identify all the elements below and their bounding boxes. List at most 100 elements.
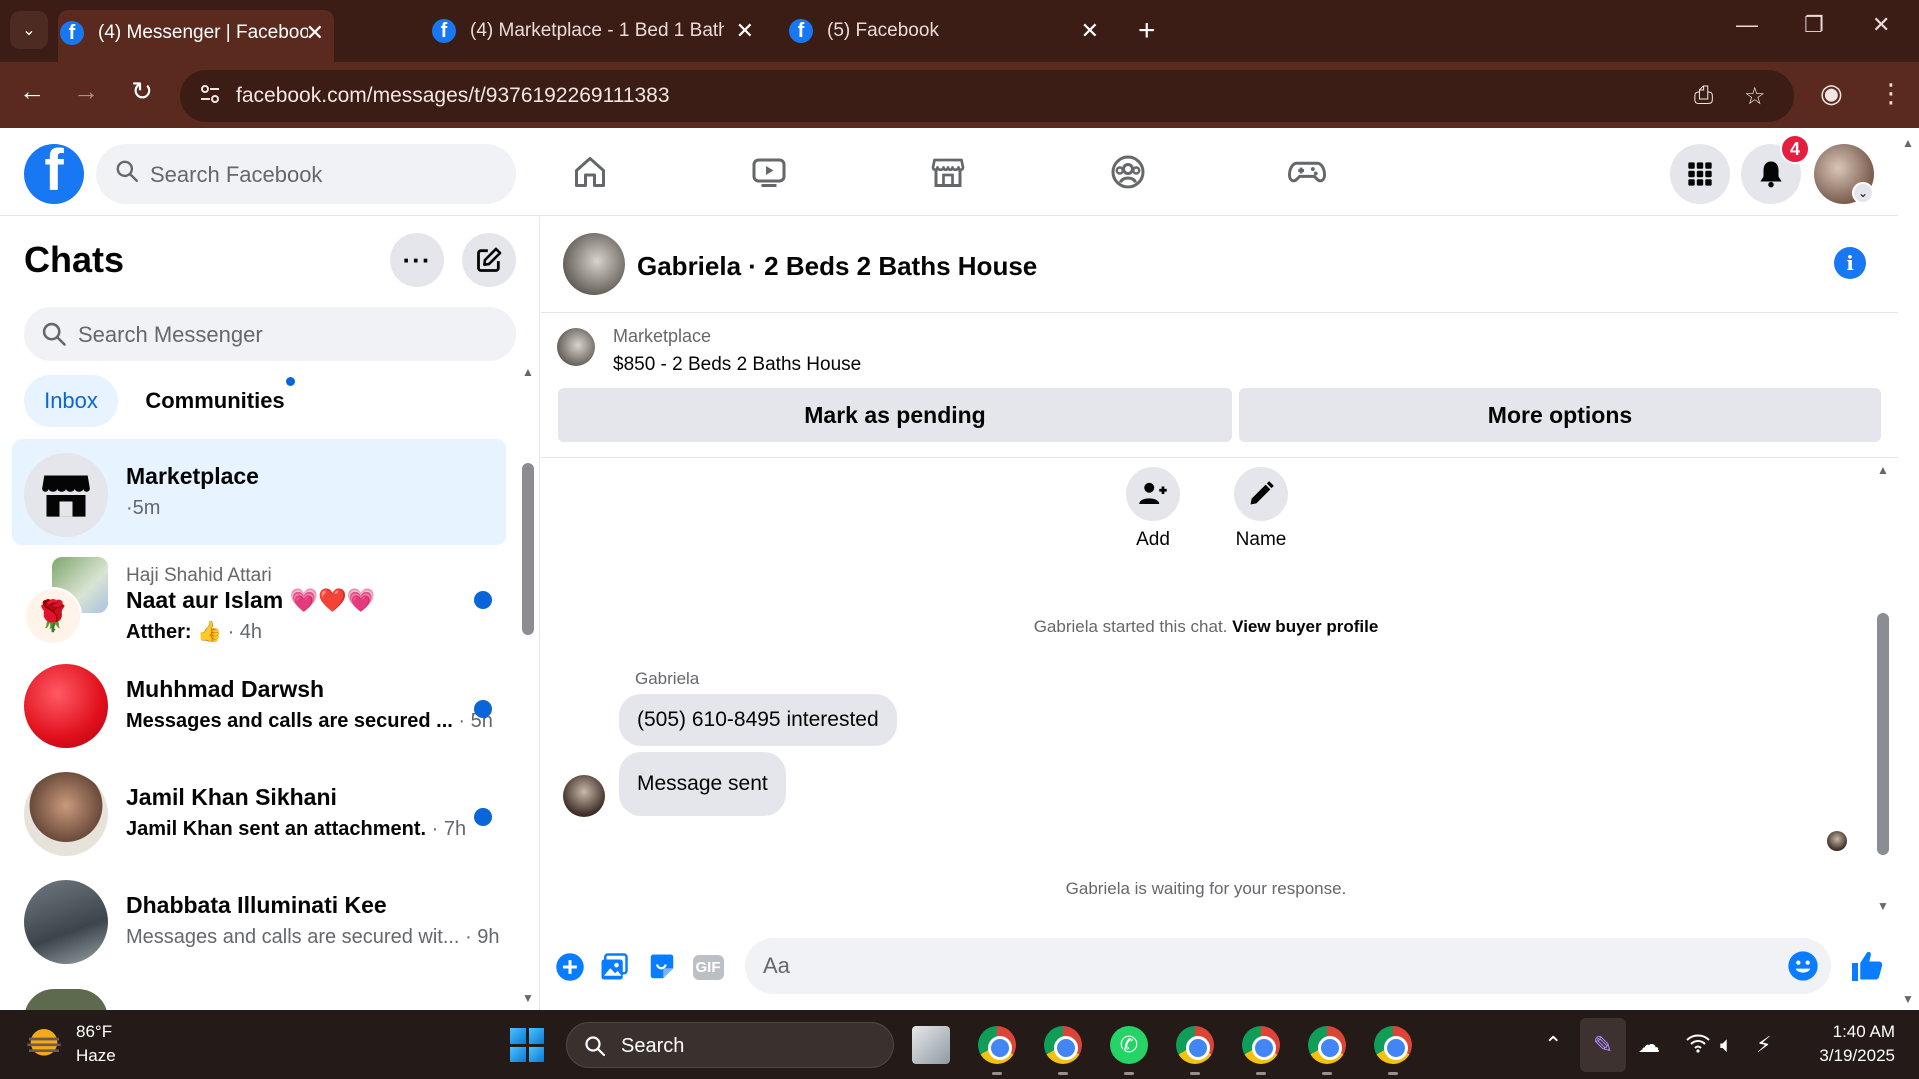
- battery-charging-icon[interactable]: ⚡︎: [1756, 1032, 1771, 1058]
- chat-time: ·5m: [126, 497, 161, 519]
- chat-item-dhabbata-illuminati-kee[interactable]: Dhabbata Illuminati Kee Messages and cal…: [12, 870, 506, 976]
- chrome-profile-icon[interactable]: [1044, 1026, 1082, 1064]
- name-button[interactable]: [1234, 467, 1288, 521]
- facebook-logo-icon[interactable]: f: [24, 144, 84, 204]
- add-label: Add: [1136, 529, 1170, 550]
- weather-description[interactable]: Haze: [76, 1046, 116, 1066]
- clock-date[interactable]: 3/19/2025: [1819, 1046, 1895, 1066]
- chat-options-button[interactable]: ···: [390, 233, 444, 287]
- conversation-avatar[interactable]: [563, 233, 625, 295]
- new-tab-icon[interactable]: +: [1138, 14, 1156, 48]
- onedrive-cloud-icon[interactable]: ☁: [1638, 1032, 1660, 1058]
- listing-thumbnail[interactable]: [557, 328, 595, 366]
- sticker-icon[interactable]: [645, 950, 679, 984]
- message-composer: GIF Aa: [541, 928, 1898, 1004]
- page-scroll-down-icon[interactable]: ▼: [1902, 992, 1914, 1006]
- avatar: [24, 880, 108, 964]
- chrome-profile-icon[interactable]: [1308, 1026, 1346, 1064]
- wifi-icon[interactable]: [1686, 1032, 1710, 1054]
- info-icon[interactable]: i: [1834, 247, 1866, 279]
- add-person-button[interactable]: [1126, 467, 1180, 521]
- chrome-icon[interactable]: [978, 1026, 1016, 1064]
- listing-title[interactable]: $850 - 2 Beds 2 Baths House: [613, 354, 861, 376]
- bookmark-star-icon[interactable]: ☆: [1744, 82, 1766, 111]
- close-tab-icon[interactable]: ✕: [736, 18, 754, 44]
- forward-icon[interactable]: →: [68, 76, 104, 107]
- close-window-icon[interactable]: ✕: [1872, 12, 1890, 38]
- mark-as-pending-button[interactable]: Mark as pending: [558, 388, 1232, 442]
- conversation-body: Add Name Gabriela started this chat. Vie…: [541, 459, 1898, 919]
- more-options-button[interactable]: More options: [1239, 388, 1881, 442]
- menu-grid-button[interactable]: [1670, 144, 1730, 204]
- tab-inbox[interactable]: Inbox: [24, 375, 118, 427]
- minimize-icon[interactable]: —: [1736, 12, 1758, 38]
- plus-circle-icon[interactable]: [553, 950, 587, 984]
- groups-icon[interactable]: [1106, 150, 1150, 194]
- tab-messenger[interactable]: f (4) Messenger | Facebook ✕: [58, 10, 334, 62]
- running-indicator: [1388, 1072, 1398, 1075]
- address-bar[interactable]: facebook.com/messages/t/9376192269111383…: [180, 70, 1794, 122]
- facebook-search-input[interactable]: Search Facebook: [96, 144, 516, 204]
- chrome-profile-icon[interactable]: [1176, 1026, 1214, 1064]
- sender-avatar[interactable]: [563, 775, 605, 817]
- volume-icon[interactable]: 🔈︎: [1720, 1032, 1733, 1058]
- page-scroll-up-icon[interactable]: ▲: [1902, 136, 1914, 150]
- tab-marketplace[interactable]: f (4) Marketplace - 1 Bed 1 Bath | ✕: [432, 12, 762, 50]
- tab-communities[interactable]: Communities: [130, 375, 300, 427]
- home-icon[interactable]: [568, 150, 612, 194]
- url-text[interactable]: facebook.com/messages/t/9376192269111383: [236, 84, 670, 108]
- chrome-profile-icon[interactable]: [1374, 1026, 1412, 1064]
- message-bubble[interactable]: Message sent: [619, 752, 786, 816]
- clock-time[interactable]: 1:40 AM: [1833, 1022, 1895, 1042]
- messenger-search-input[interactable]: Search Messenger: [24, 307, 516, 361]
- chat-started-notice: Gabriela started this chat. View buyer p…: [541, 617, 1871, 637]
- chrome-profile-icon[interactable]: [1242, 1026, 1280, 1064]
- weather-temperature[interactable]: 86°F: [76, 1022, 112, 1042]
- scroll-down-icon[interactable]: ▼: [522, 991, 534, 1005]
- scroll-up-icon[interactable]: ▲: [522, 365, 534, 379]
- photo-icon[interactable]: [597, 950, 631, 984]
- task-view-icon[interactable]: [912, 1026, 950, 1064]
- sidebar-scrollbar[interactable]: ▲ ▼: [522, 365, 534, 1005]
- taskbar-search-input[interactable]: Search: [566, 1022, 894, 1068]
- windows-start-icon[interactable]: [510, 1028, 544, 1062]
- thumbs-up-send-icon[interactable]: [1847, 946, 1887, 986]
- back-icon[interactable]: ←: [14, 76, 50, 107]
- message-bubble[interactable]: (505) 610-8495 interested: [619, 694, 897, 746]
- chevron-down-icon[interactable]: ⌄: [1852, 182, 1874, 204]
- message-input[interactable]: Aa: [745, 938, 1831, 994]
- gaming-icon[interactable]: [1285, 150, 1329, 194]
- scroll-down-icon[interactable]: ▼: [1877, 899, 1889, 913]
- whatsapp-icon[interactable]: ✆: [1110, 1026, 1148, 1064]
- chat-item-jamil-khan-sikhani[interactable]: Jamil Khan Sikhani Jamil Khan sent an at…: [12, 762, 506, 868]
- reload-icon[interactable]: ↻: [124, 76, 160, 107]
- close-tab-icon[interactable]: ✕: [1081, 18, 1099, 44]
- chat-item-muhhmad-darwsh[interactable]: Muhhmad Darwsh Messages and calls are se…: [12, 654, 506, 760]
- emoji-icon[interactable]: [1787, 950, 1819, 982]
- conversation-title[interactable]: Gabriela · 2 Beds 2 Baths House: [637, 251, 1037, 282]
- profile-icon[interactable]: ◉: [1820, 78, 1843, 109]
- install-app-icon[interactable]: ⎙: [1694, 82, 1713, 110]
- close-tab-icon[interactable]: ✕: [306, 20, 324, 46]
- view-buyer-profile-link[interactable]: View buyer profile: [1232, 617, 1378, 636]
- new-message-button[interactable]: [462, 233, 516, 287]
- waiting-notice: Gabriela is waiting for your response.: [1065, 879, 1347, 898]
- menu-dots-icon[interactable]: ⋮: [1878, 78, 1904, 109]
- site-info-icon[interactable]: [198, 82, 222, 106]
- chat-item-naat-aur-islam[interactable]: 🌹 Haji Shahid Attari Naat aur Islam 💗❤️💗…: [12, 545, 506, 651]
- chat-item-marketplace[interactable]: Marketplace ·5m: [12, 439, 506, 545]
- tab-search-button[interactable]: ⌄: [10, 11, 48, 49]
- chevron-up-icon[interactable]: ⌃: [1544, 1032, 1562, 1058]
- restore-icon[interactable]: ❐: [1804, 12, 1824, 38]
- feather-app-icon[interactable]: ✎: [1580, 1018, 1626, 1072]
- scroll-up-icon[interactable]: ▲: [1877, 463, 1889, 477]
- chat-subtitle: Haji Shahid Attari: [126, 565, 272, 586]
- search-icon: [114, 158, 140, 184]
- conversation-scroll-thumb[interactable]: [1877, 613, 1889, 855]
- gif-icon[interactable]: GIF: [691, 950, 725, 984]
- sidebar-scroll-thumb[interactable]: [522, 463, 534, 635]
- video-icon[interactable]: [747, 150, 791, 194]
- weather-haze-icon[interactable]: [24, 1024, 64, 1064]
- marketplace-icon[interactable]: [926, 150, 970, 194]
- tab-facebook[interactable]: f (5) Facebook ✕: [789, 12, 1109, 50]
